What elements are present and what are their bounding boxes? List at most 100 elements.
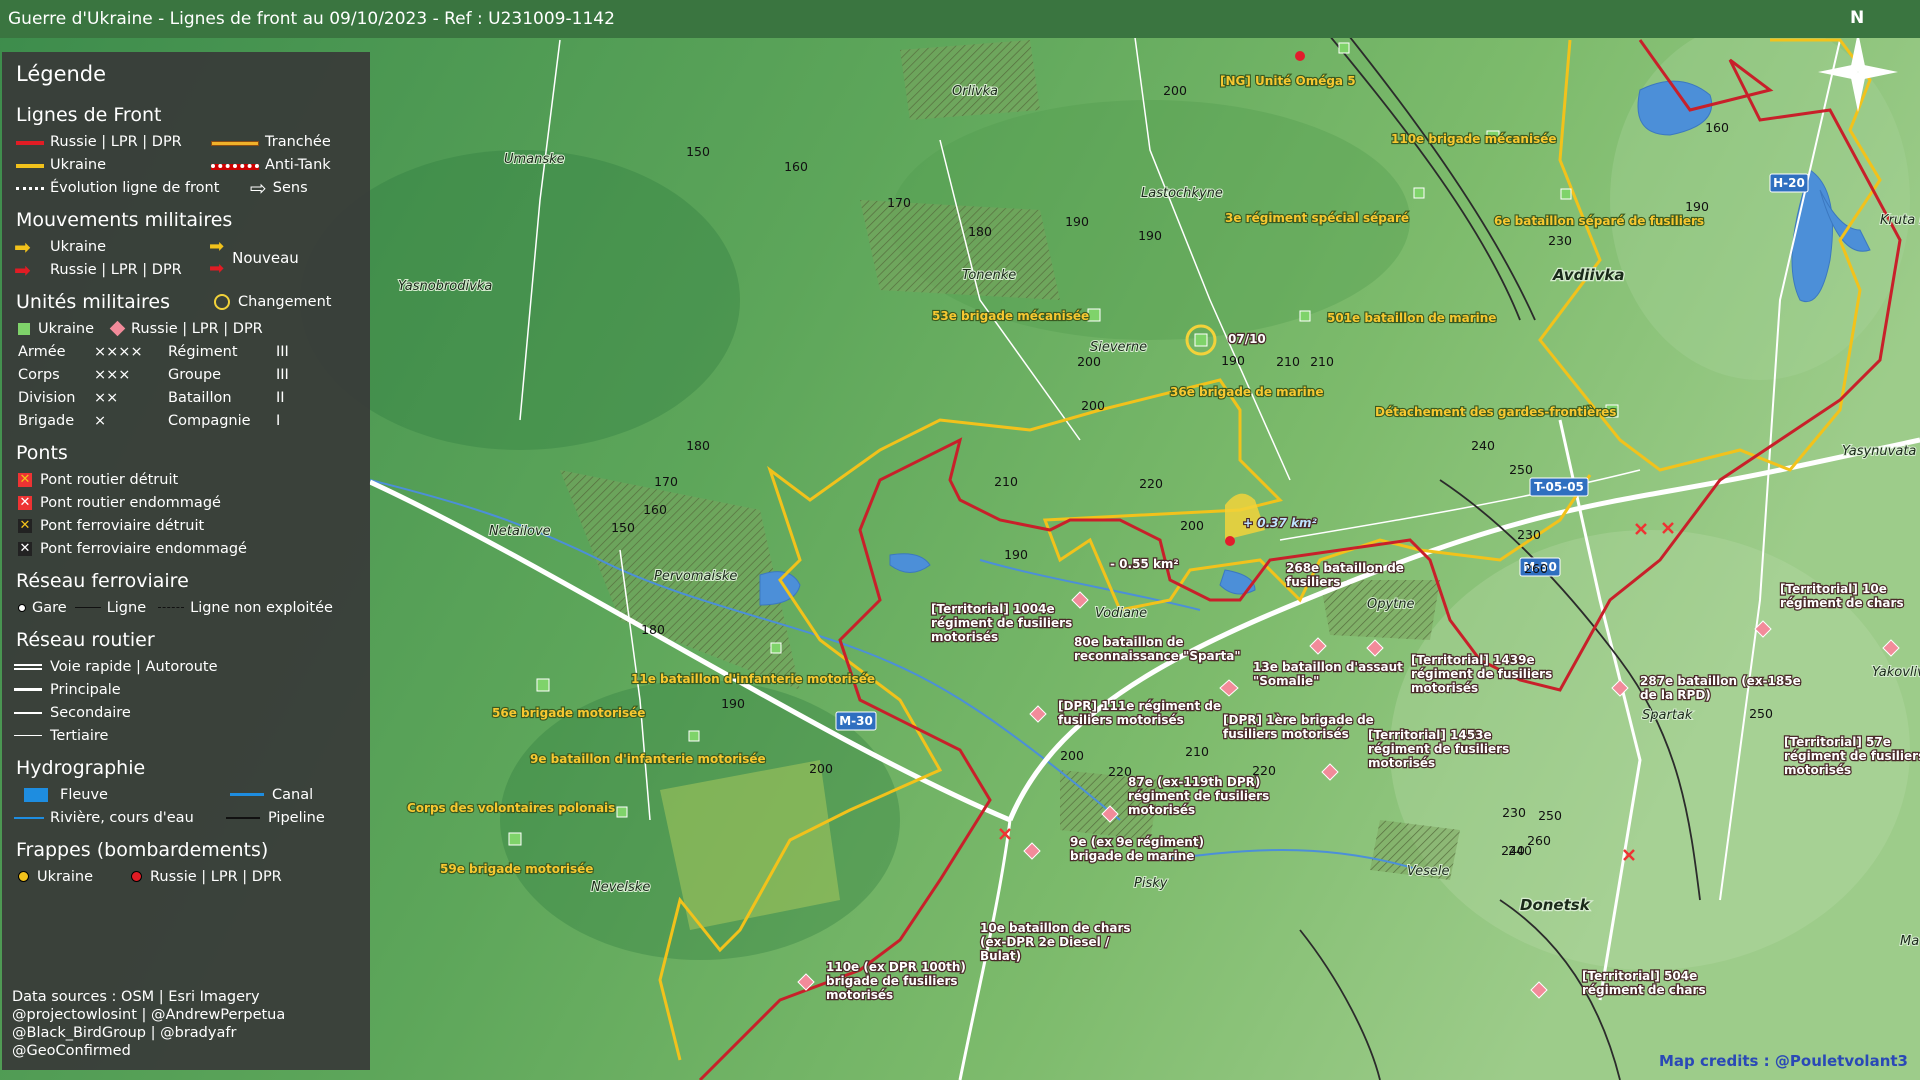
legend-label: Ligne non exploitée <box>190 599 333 616</box>
change-circle-icon <box>214 294 231 310</box>
elevation-label: 200 <box>1180 518 1204 533</box>
legend-label: Russie | LPR | DPR <box>150 868 282 885</box>
echelon-symbol: III <box>276 343 289 360</box>
road-badge-t0505: T-05-05 <box>1529 477 1589 497</box>
echelon-name: Bataillon <box>168 389 232 406</box>
elevation-label: 220 <box>1139 476 1163 491</box>
elevation-label: 180 <box>968 224 992 239</box>
evolution-line-icon <box>14 181 44 195</box>
road-badge-m30-west: M-30 <box>835 711 877 731</box>
russia-unit-label: 9e (ex 9e régiment) <box>1070 835 1204 849</box>
echelon-symbol: ×× <box>94 389 119 406</box>
ukraine-unit-label: 501e bataillon de marine <box>1327 311 1496 325</box>
russia-unit-label: motorisés <box>1411 681 1478 695</box>
elevation-label: 160 <box>643 502 667 517</box>
russia-unit-label: motorisés <box>1784 763 1851 777</box>
legend-label: Pipeline <box>268 809 325 826</box>
ukraine-unit-label: 56e brigade motorisée <box>492 706 645 720</box>
strike-marker-russia <box>1295 51 1305 61</box>
russia-unit-label: [Territorial] 1453e <box>1368 728 1492 742</box>
russia-unit-label: 13e bataillon d'assaut <box>1253 660 1403 674</box>
bridge-item: ✕ Pont routier détruit <box>14 468 358 491</box>
russia-unit-label: brigade de marine <box>1070 849 1194 863</box>
russia-unit-label: régiment de fusiliers <box>1128 789 1269 803</box>
echelon-name: Régiment <box>168 343 238 360</box>
ukraine-move-arrow-icon: ➡ <box>14 234 31 259</box>
elevation-label: 200 <box>1077 354 1101 369</box>
elevation-label: 200 <box>809 761 833 776</box>
loss-area-label: - 0.55 km² <box>1110 557 1179 571</box>
legend-label: Russie | LPR | DPR <box>50 261 182 278</box>
road-item: Voie rapide | Autoroute <box>14 655 358 678</box>
elevation-label: 180 <box>686 438 710 453</box>
legend-roads-heading: Réseau routier <box>16 629 155 651</box>
ukraine-unit-label: 3e régiment spécial séparé <box>1225 211 1409 225</box>
elevation-label: 210 <box>1185 744 1209 759</box>
russia-unit-label: [DPR] 1ère brigade de <box>1223 713 1374 727</box>
road-line-icon <box>14 711 42 714</box>
russia-unit-label: 287e bataillon (ex-185e <box>1640 674 1801 688</box>
town-label: Pervomaiske <box>654 569 737 584</box>
elevation-label: 190 <box>1685 199 1709 214</box>
road-label: Voie rapide | Autoroute <box>50 658 218 675</box>
legend-units-title: Unités militaires <box>16 291 171 313</box>
pipeline-line-icon <box>226 816 260 819</box>
legend-title: Légende <box>16 62 107 86</box>
russia-unit-label: régiment de fusiliers <box>931 616 1072 630</box>
town-label: Sieverne <box>1090 340 1147 355</box>
town-label: Yasnobrodivka <box>398 279 492 294</box>
ukraine-unit-label: [NG] Unité Oméga 5 <box>1220 74 1356 88</box>
legend-label: Russie | LPR | DPR <box>50 133 182 150</box>
town-label: Lastochkyne <box>1141 186 1223 201</box>
legend-units-heading: Unités militaires Changement <box>16 291 358 313</box>
elevation-label: 210 <box>994 474 1018 489</box>
strike-marker-russia <box>1225 536 1235 546</box>
legend-label: Ukraine <box>37 868 93 885</box>
elevation-label: 190 <box>1065 214 1089 229</box>
road-label: Secondaire <box>50 704 131 721</box>
bridge-x-icon: ✕ <box>18 517 32 533</box>
legend-label: Évolution ligne de front <box>50 179 220 196</box>
bridge-x-icon: ✕ <box>18 494 32 510</box>
direction-arrow-icon: ⇨ <box>250 175 267 200</box>
bridge-item: ✕ Pont ferroviaire endommagé <box>14 537 358 560</box>
elevation-label: 200 <box>1060 748 1084 763</box>
elevation-label: 220 <box>1252 763 1276 778</box>
bridge-label: Pont ferroviaire détruit <box>40 517 205 534</box>
unit-echelon-table: Armée ×××× Régiment III Corps ××× Groupe III Div… <box>14 340 358 432</box>
antitank-line-icon <box>209 158 259 172</box>
road-badge-h20: H-20 <box>1769 173 1809 193</box>
legend-label: Rivière, cours d'eau <box>50 809 194 826</box>
bridge-label: Pont routier endommagé <box>40 494 221 511</box>
town-label: Umanske <box>504 152 565 167</box>
echelon-symbol: II <box>276 389 285 406</box>
elevation-label: 160 <box>1705 120 1729 135</box>
elevation-label: 190 <box>1221 353 1245 368</box>
elevation-label: 200 <box>1081 398 1105 413</box>
elevation-label: 250 <box>1509 462 1533 477</box>
russia-strike-dot-icon <box>131 871 142 882</box>
ukraine-unit-label: 53e brigade mécanisée <box>932 309 1089 323</box>
legend-label: Ukraine <box>38 320 94 337</box>
city-label: Donetsk <box>1520 896 1591 914</box>
russia-unit-label: 80e bataillon de <box>1074 635 1184 649</box>
ukraine-unit-label: 36e brigade de marine <box>1170 385 1323 399</box>
legend-bridges-heading: Ponts <box>16 442 68 464</box>
elevation-label: 240 <box>1471 438 1495 453</box>
legend-label: Ukraine <box>50 156 106 173</box>
data-credits: Data sources : OSM | Esri Imagery @proje… <box>12 988 285 1060</box>
bridge-label: Pont ferroviaire endommagé <box>40 540 247 557</box>
bridge-list: ✕ Pont routier détruit ✕ Pont routier endom… <box>14 468 358 560</box>
bridge-item: ✕ Pont ferroviaire détruit <box>14 514 358 537</box>
river-line-icon <box>14 816 44 819</box>
russia-unit-label: régiment de chars <box>1582 983 1706 997</box>
ukraine-unit-label: 59e brigade motorisée <box>440 862 593 876</box>
legend-label: Ukraine <box>50 238 106 255</box>
ukraine-unit-label: 9e bataillon d'infanterie motorisée <box>530 752 766 766</box>
russia-unit-label: motorisés <box>1128 803 1195 817</box>
map-title: Guerre d'Ukraine - Lignes de front au 09… <box>0 0 1920 38</box>
gain-area-label: + 0.37 km² <box>1243 516 1318 530</box>
road-badge-label: H-20 <box>1773 176 1805 190</box>
russia-unit-label: "Somalie" <box>1253 674 1319 688</box>
bridge-x-icon: ✕ <box>18 471 32 487</box>
